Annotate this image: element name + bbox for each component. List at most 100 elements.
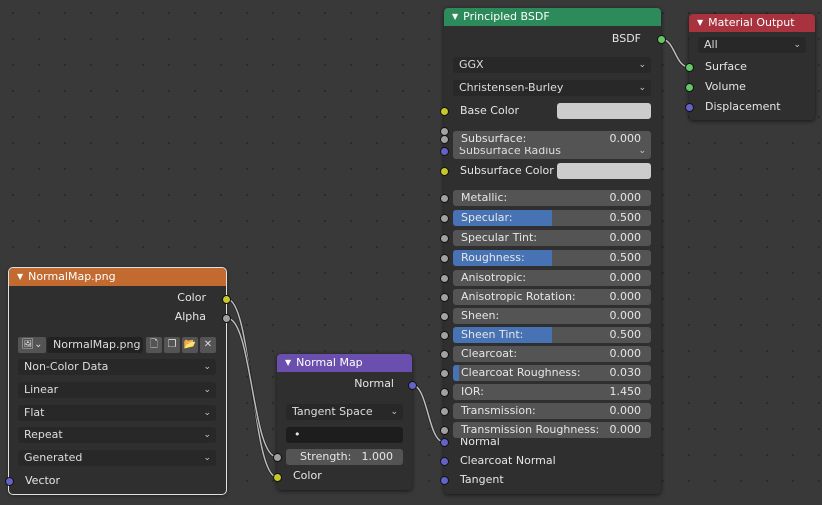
alpha-output-socket[interactable] [222, 314, 231, 323]
chevron-down-icon: ⌄ [203, 430, 211, 440]
base-color-label: Base Color [460, 104, 520, 117]
bsdf-value-field[interactable]: Roughness: 0.500 [453, 250, 651, 266]
field-value: 0.000 [609, 290, 642, 303]
distribution-dropdown[interactable]: GGX ⌄ [453, 57, 651, 73]
strength-input-socket[interactable] [273, 453, 282, 462]
slider-fill [453, 365, 459, 381]
vector-input-socket[interactable] [5, 477, 14, 486]
collapse-triangle-icon[interactable]: ▼ [17, 268, 23, 286]
chevron-down-icon: ⌄ [793, 40, 801, 50]
image-texture-header[interactable]: ▼ NormalMap.png [9, 268, 226, 286]
volume-input-label: Volume [705, 80, 746, 93]
bsdf-value-field[interactable]: Subsurface: 0.000 [453, 131, 651, 147]
bsdf-input-socket[interactable] [440, 234, 449, 243]
bsdf-input-socket[interactable] [440, 407, 449, 416]
bsdf-value-field[interactable]: Sheen Tint: 0.500 [453, 327, 651, 343]
open-folder-icon[interactable]: 📂 [182, 337, 198, 353]
chevron-down-icon: ⌄ [638, 83, 646, 93]
bsdf-value-field[interactable]: Specular: 0.500 [453, 210, 651, 226]
bsdf-value-field[interactable]: Specular Tint: 0.000 [453, 230, 651, 246]
image-browse-icon[interactable]: 🖼⌄ [18, 337, 46, 353]
material-output-node[interactable]: ▼ Material Output All ⌄ Surface Volume Dis… [689, 14, 815, 120]
bsdf-input-socket[interactable] [440, 254, 449, 263]
displacement-input-label: Displacement [705, 100, 781, 113]
bsdf-value-field[interactable]: Sheen: 0.000 [453, 308, 651, 324]
bsdf-input-socket[interactable] [440, 135, 449, 144]
base-color-swatch[interactable] [557, 103, 651, 119]
principled-bsdf-node[interactable]: ▼ Principled BSDF BSDF GGX ⌄ Christensen-B… [444, 8, 661, 494]
bsdf-input-socket[interactable] [440, 312, 449, 321]
tangent-input-label: Tangent [460, 473, 504, 486]
image-name-field[interactable]: NormalMap.png [47, 337, 143, 353]
field-label: IOR: [461, 385, 484, 398]
source-dropdown[interactable]: Generated ⌄ [18, 450, 216, 466]
unlink-close-icon[interactable]: ✕ [200, 337, 216, 353]
clearcoat-normal-input-label: Clearcoat Normal [460, 454, 556, 467]
strength-field[interactable]: Strength: 1.000 [286, 449, 403, 465]
normal-map-node[interactable]: ▼ Normal Map Normal Tangent Space ⌄ • Stre… [277, 354, 412, 490]
field-value: 0.500 [609, 211, 642, 224]
field-label: Subsurface: [461, 132, 527, 145]
bsdf-input-socket[interactable] [440, 214, 449, 223]
clearcoat-normal-socket[interactable] [440, 457, 449, 466]
bsdf-input-socket[interactable] [440, 388, 449, 397]
duplicate-image-icon[interactable]: ❐ [164, 337, 180, 353]
subsurface-method-dropdown[interactable]: Christensen-Burley ⌄ [453, 80, 651, 96]
bsdf-input-socket[interactable] [440, 331, 449, 340]
bsdf-input-socket[interactable] [440, 274, 449, 283]
bsdf-input-socket[interactable] [440, 426, 449, 435]
normal-map-header[interactable]: ▼ Normal Map [277, 354, 412, 372]
subsurface-color-swatch[interactable] [557, 163, 651, 179]
collapse-triangle-icon[interactable]: ▼ [452, 8, 458, 26]
base-color-socket[interactable] [440, 107, 449, 116]
normal-input-socket[interactable] [440, 438, 449, 447]
displacement-input-socket[interactable] [685, 103, 694, 112]
color-input-label: Color [293, 469, 322, 482]
subsurface-color-label: Subsurface Color [460, 164, 554, 177]
colorspace-dropdown[interactable]: Non-Color Data ⌄ [18, 359, 216, 375]
material-output-header[interactable]: ▼ Material Output [689, 14, 815, 32]
field-label: Anisotropic: [461, 271, 527, 284]
bsdf-value-field[interactable]: Anisotropic Rotation: 0.000 [453, 289, 651, 305]
bsdf-input-socket[interactable] [440, 369, 449, 378]
vector-input-label: Vector [25, 474, 61, 487]
surface-input-socket[interactable] [685, 63, 694, 72]
image-texture-node[interactable]: ▼ NormalMap.png Color Alpha 🖼⌄ NormalMap.… [8, 267, 227, 495]
bsdf-value-field[interactable]: Clearcoat Roughness: 0.030 [453, 365, 651, 381]
normal-output-socket[interactable] [408, 381, 417, 390]
bsdf-value-field[interactable]: Metallic: 0.000 [453, 190, 651, 206]
principled-bsdf-header[interactable]: ▼ Principled BSDF [444, 8, 661, 26]
bsdf-value-field[interactable]: Anisotropic: 0.000 [453, 270, 651, 286]
field-value: 0.500 [609, 251, 642, 264]
volume-input-socket[interactable] [685, 83, 694, 92]
field-value: 0.000 [609, 423, 642, 436]
space-dropdown[interactable]: Tangent Space ⌄ [286, 404, 403, 420]
bsdf-input-socket[interactable] [440, 293, 449, 302]
bsdf-value-field[interactable]: Clearcoat: 0.000 [453, 346, 651, 362]
collapse-triangle-icon[interactable]: ▼ [285, 354, 291, 372]
color-input-socket[interactable] [273, 473, 282, 482]
bsdf-value-field[interactable]: IOR: 1.450 [453, 384, 651, 400]
extension-dropdown[interactable]: Repeat ⌄ [18, 427, 216, 443]
uv-map-field[interactable]: • [286, 427, 403, 443]
surface-input-label: Surface [705, 60, 747, 73]
bsdf-input-socket[interactable] [440, 350, 449, 359]
chevron-down-icon: ⌄ [638, 60, 646, 70]
new-image-icon[interactable]: 🗋 [146, 337, 162, 353]
collapse-triangle-icon[interactable]: ▼ [697, 14, 703, 32]
bsdf-value-field[interactable]: Transmission: 0.000 [453, 403, 651, 419]
tangent-socket[interactable] [440, 476, 449, 485]
color-output-socket[interactable] [222, 295, 231, 304]
subsurface-color-socket[interactable] [440, 167, 449, 176]
bsdf-value-field[interactable]: Transmission Roughness: 0.000 [453, 422, 651, 438]
bsdf-input-socket[interactable] [440, 194, 449, 203]
output-target-dropdown[interactable]: All ⌄ [698, 37, 806, 53]
bsdf-output-socket[interactable] [657, 35, 666, 44]
field-value: 0.000 [609, 231, 642, 244]
projection-dropdown[interactable]: Flat ⌄ [18, 405, 216, 421]
image-texture-title: NormalMap.png [28, 270, 116, 283]
subsurface-radius-socket[interactable] [440, 147, 449, 156]
chevron-down-icon: ⌄ [203, 362, 211, 372]
field-label: Clearcoat Roughness: [461, 366, 581, 379]
interpolation-dropdown[interactable]: Linear ⌄ [18, 382, 216, 398]
